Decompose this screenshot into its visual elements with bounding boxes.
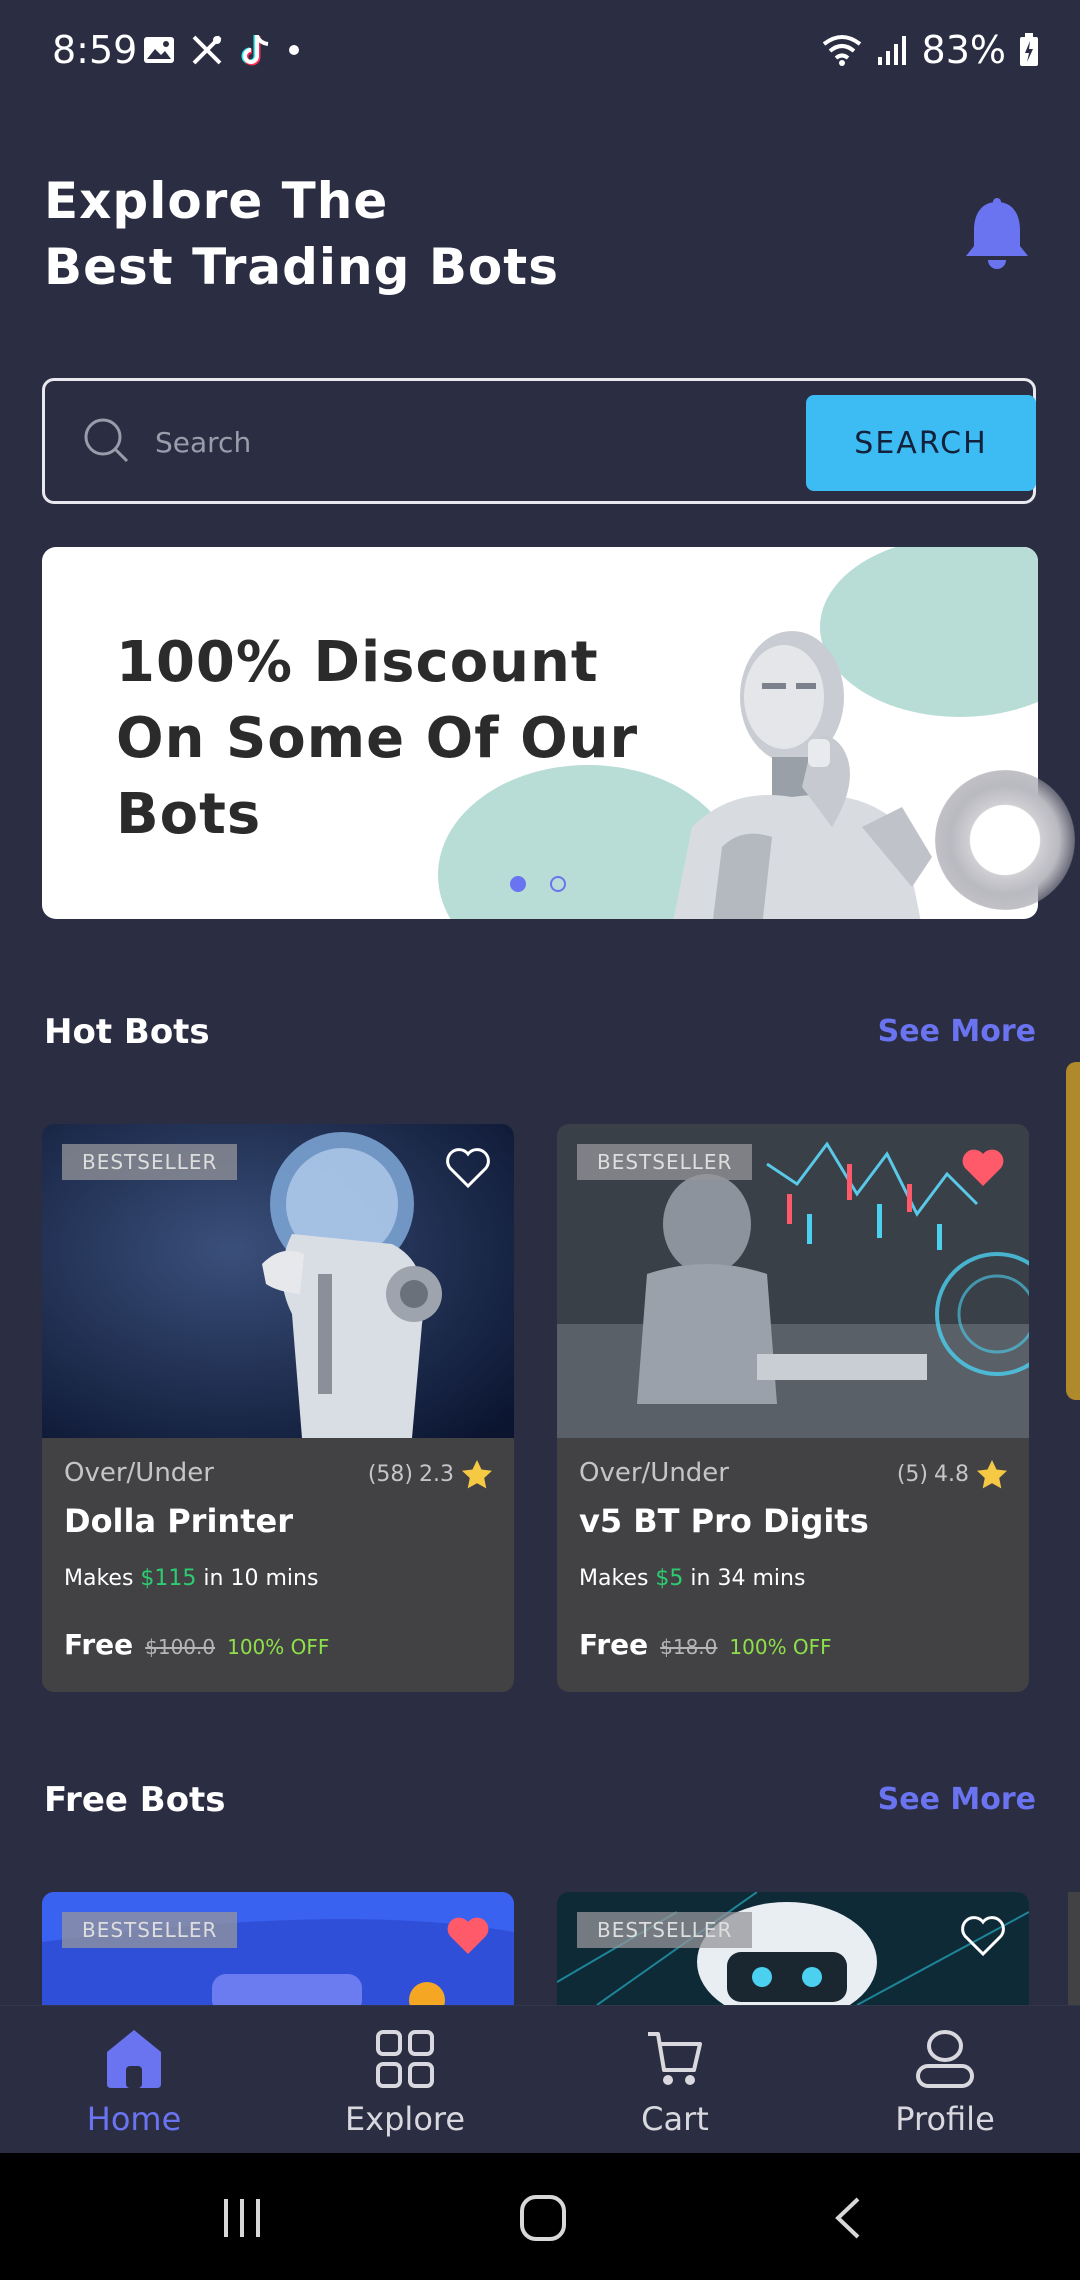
price-current: Free: [579, 1628, 649, 1661]
battery-percent: 83%: [921, 28, 1006, 72]
next-card-peek[interactable]: [1066, 1062, 1080, 1400]
free-bots-see-more[interactable]: See More: [878, 1782, 1036, 1817]
floating-assistive-bubble[interactable]: [935, 770, 1075, 910]
title-line-2: Best Trading Bots: [44, 238, 559, 296]
title-line-1: Explore The: [44, 172, 389, 230]
carousel-dot[interactable]: [550, 876, 566, 892]
profile-icon: [916, 2030, 974, 2088]
price-discount: 100% OFF: [729, 1635, 832, 1659]
system-navigation-bar: [0, 2153, 1080, 2280]
rating-count: (5): [896, 1461, 928, 1487]
battery-icon: [1020, 33, 1038, 66]
back-icon[interactable]: [830, 2195, 864, 2241]
rating-value: 4.8: [934, 1461, 969, 1487]
hot-bots-see-more[interactable]: See More: [878, 1014, 1036, 1049]
earnings-time: in 34 mins: [690, 1566, 806, 1591]
bot-price: Free $18.0 100% OFF: [579, 1628, 832, 1661]
price-discount: 100% OFF: [227, 1635, 330, 1659]
hot-bots-title: Hot Bots: [44, 1012, 210, 1052]
nav-cart-label: Cart: [641, 2100, 709, 2138]
price-current: Free: [64, 1628, 134, 1661]
bot-card[interactable]: BESTSELLER Over/Under (58) 2.3 Dolla Prin…: [42, 1124, 514, 1692]
bottom-navigation: Home Explore Cart Profile: [0, 2005, 1080, 2154]
star-icon: [462, 1460, 492, 1489]
search-button[interactable]: SEARCH: [806, 395, 1036, 491]
bestseller-badge: BESTSELLER: [577, 1144, 753, 1180]
wifi-icon: [822, 35, 861, 66]
nav-cart[interactable]: Cart: [575, 2026, 775, 2138]
search-input[interactable]: [153, 405, 717, 479]
nav-explore[interactable]: Explore: [305, 2026, 505, 2138]
bot-category: Over/Under: [64, 1458, 214, 1488]
earnings-time: in 10 mins: [203, 1566, 319, 1591]
bot-name: Dolla Printer: [64, 1502, 293, 1540]
tiktok-icon: [241, 35, 269, 66]
favorite-heart-icon[interactable]: [444, 1914, 492, 1958]
next-card-peek[interactable]: [1068, 1892, 1080, 2005]
free-bots-title: Free Bots: [44, 1780, 226, 1820]
earnings-amount: $5: [655, 1566, 684, 1591]
price-original: $18.0: [660, 1635, 718, 1659]
bot-rating: (58) 2.3: [368, 1458, 494, 1490]
favorite-heart-icon[interactable]: [444, 1146, 492, 1190]
bot-rating: (5) 4.8: [897, 1458, 1009, 1490]
price-original: $100.0: [145, 1635, 216, 1659]
gallery-icon: [144, 37, 174, 63]
bot-earnings: Makes $5 in 34 mins: [579, 1566, 805, 1591]
dot-icon: [289, 45, 299, 55]
page-title: Explore The Best Trading Bots: [44, 168, 559, 300]
home-system-icon[interactable]: [518, 2193, 568, 2243]
nav-home-label: Home: [86, 2100, 182, 2138]
bot-card[interactable]: BESTSELLER: [42, 1892, 514, 2005]
earnings-amount: $115: [140, 1566, 197, 1591]
nav-profile[interactable]: Profile: [845, 2026, 1045, 2138]
bot-category: Over/Under: [579, 1458, 729, 1488]
tools-icon: [192, 35, 222, 65]
promo-banner[interactable]: 100% Discount On Some Of Our Bots: [42, 547, 1038, 919]
rating-count: (58): [367, 1461, 413, 1487]
cart-icon: [648, 2032, 702, 2085]
home-icon: [107, 2030, 161, 2088]
signal-icon: [877, 36, 906, 65]
bestseller-badge: BESTSELLER: [62, 1912, 238, 1948]
nav-home[interactable]: Home: [34, 2026, 234, 2138]
status-time: 8:59: [52, 28, 138, 72]
recent-apps-icon[interactable]: [220, 2197, 264, 2239]
earnings-prefix: Makes: [64, 1566, 134, 1591]
search-bar: SEARCH: [42, 378, 1036, 504]
bot-earnings: Makes $115 in 10 mins: [64, 1566, 318, 1591]
nav-profile-label: Profile: [895, 2100, 995, 2138]
carousel-dot-active[interactable]: [510, 876, 526, 892]
bestseller-badge: BESTSELLER: [62, 1144, 238, 1180]
earnings-prefix: Makes: [579, 1566, 649, 1591]
favorite-heart-icon[interactable]: [959, 1914, 1007, 1958]
bot-price: Free $100.0 100% OFF: [64, 1628, 329, 1661]
rating-value: 2.3: [419, 1461, 454, 1487]
star-icon: [977, 1460, 1007, 1489]
bot-card[interactable]: BESTSELLER: [557, 1892, 1029, 2005]
favorite-heart-icon[interactable]: [959, 1146, 1007, 1190]
status-bar: 8:59 83%: [0, 0, 1080, 110]
search-icon: [84, 418, 129, 463]
bot-card[interactable]: BESTSELLER Over/Under (5) 4.8 v5 BT Pro D…: [557, 1124, 1029, 1692]
notification-bell-icon[interactable]: [962, 198, 1032, 274]
grid-icon: [376, 2030, 434, 2088]
bot-name: v5 BT Pro Digits: [579, 1502, 869, 1540]
nav-explore-label: Explore: [344, 2100, 466, 2138]
bestseller-badge: BESTSELLER: [577, 1912, 753, 1948]
